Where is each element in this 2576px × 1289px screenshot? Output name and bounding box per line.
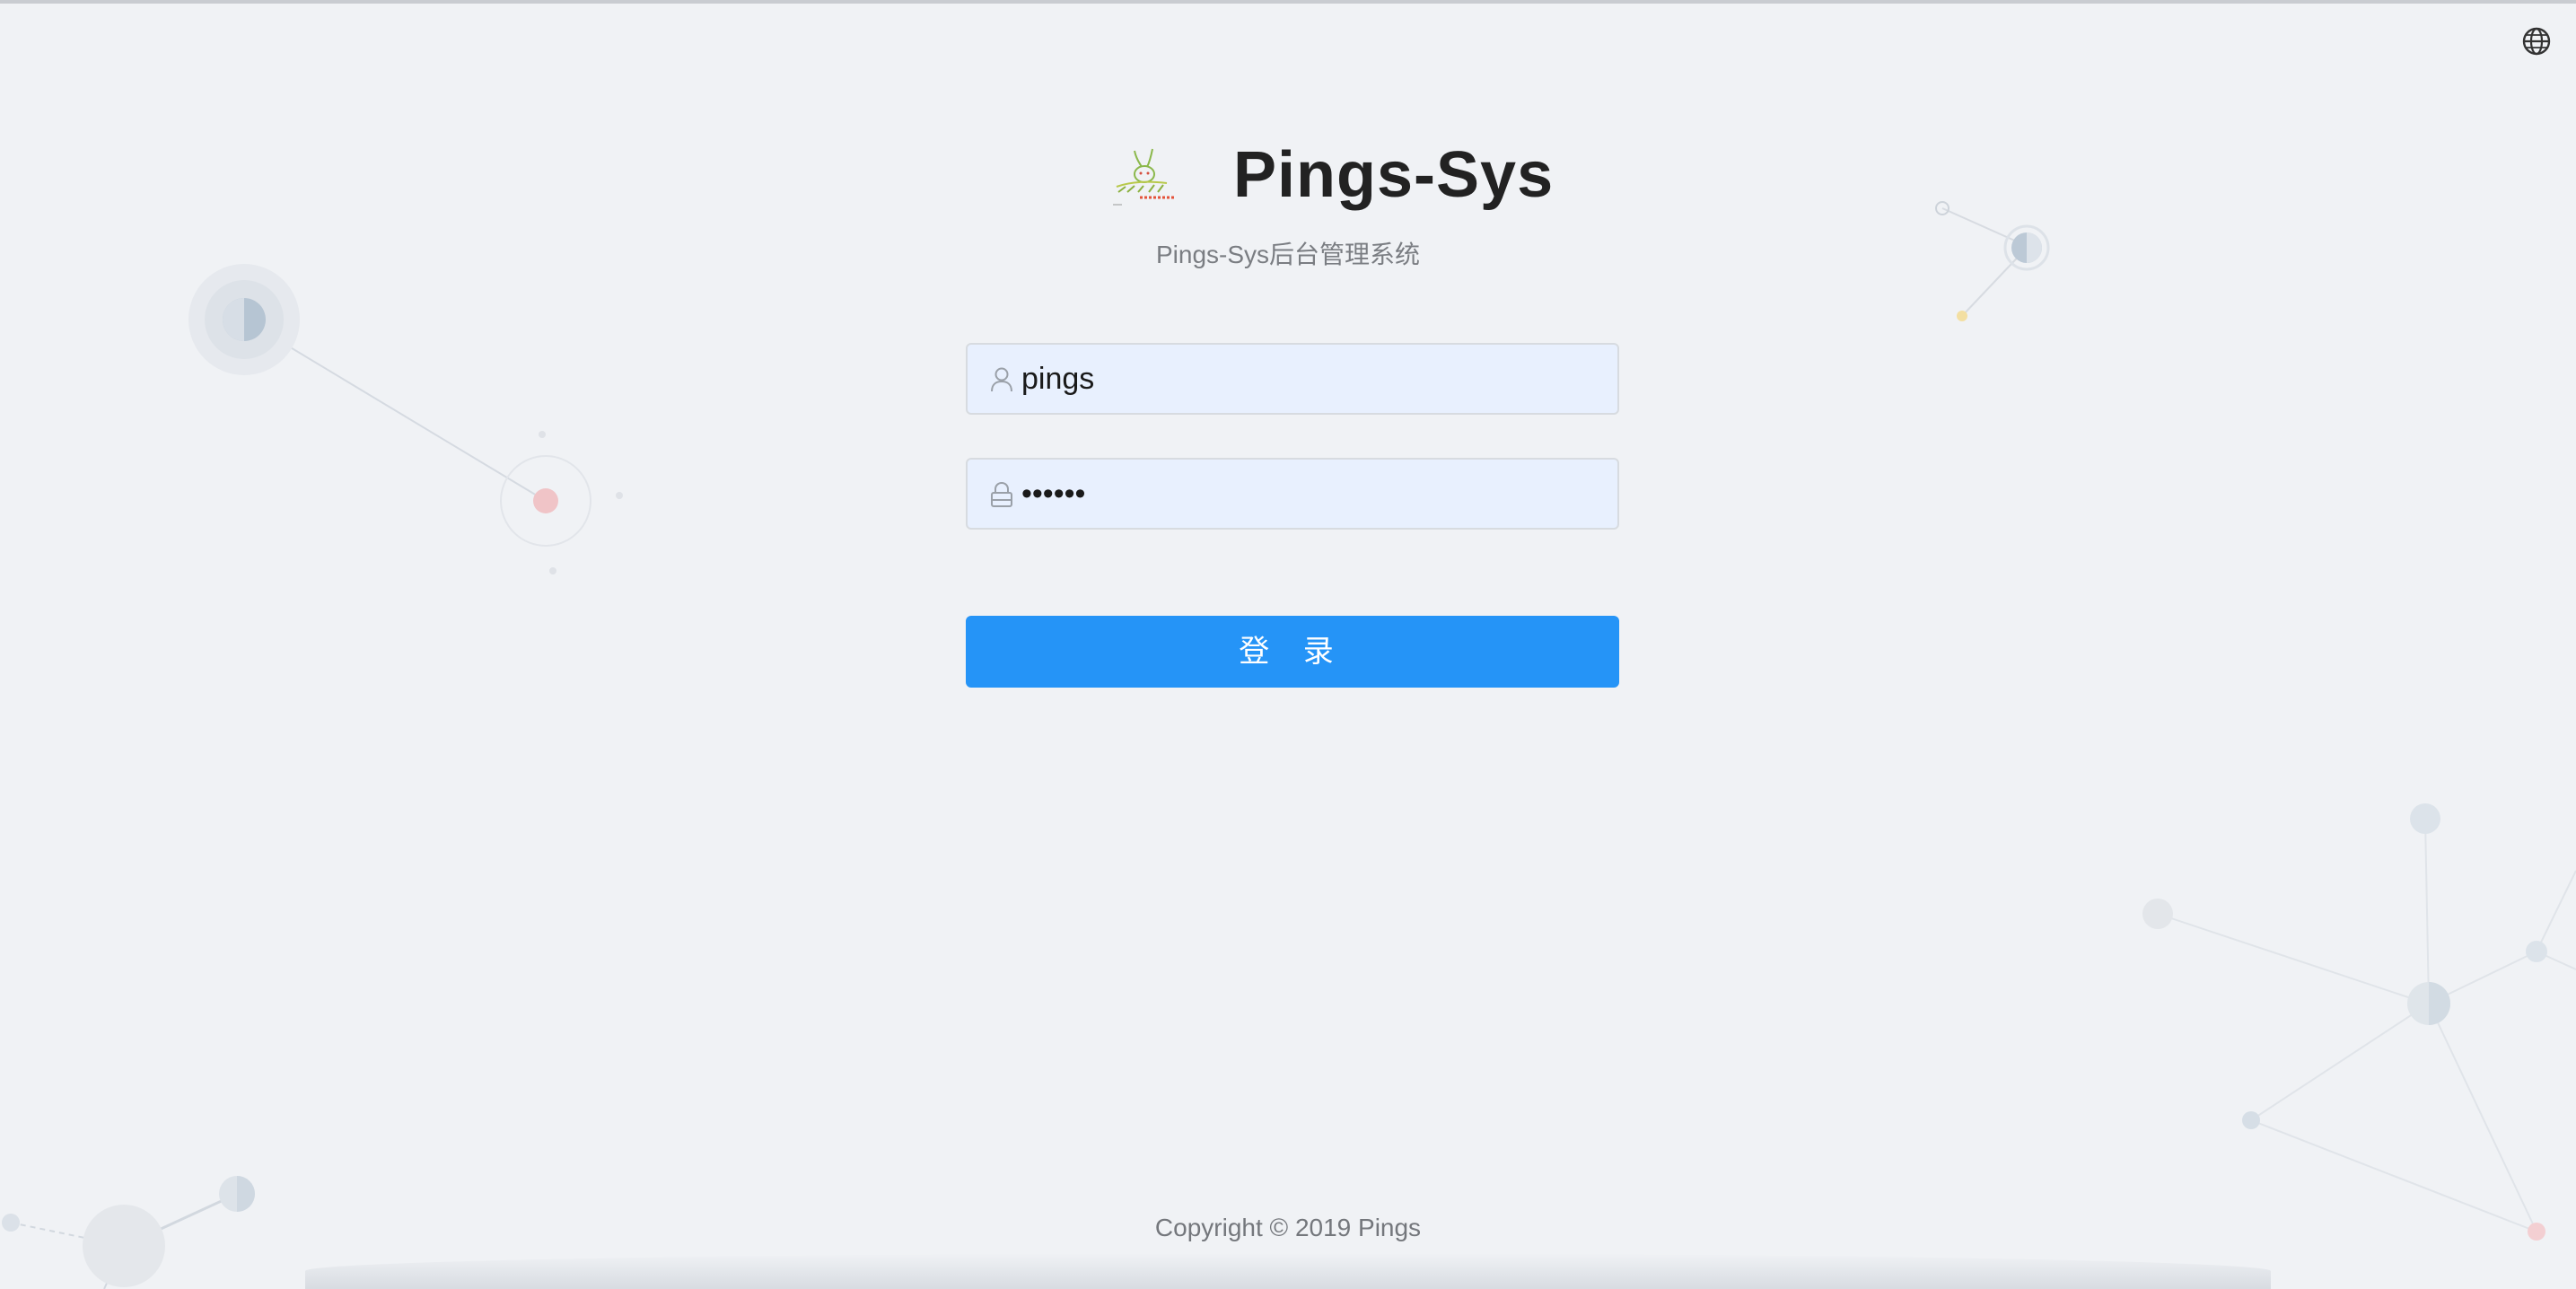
password-value[interactable]: ••••••	[1021, 460, 1085, 528]
login-header: Pings-Sys	[0, 135, 2576, 215]
page-subtitle: Pings-Sys后台管理系统	[1155, 241, 1421, 268]
password-field[interactable]: ••••••	[966, 458, 1619, 530]
page-title: Pings-Sys	[1233, 139, 1555, 211]
globe-icon[interactable]	[2520, 25, 2553, 57]
user-icon	[989, 366, 1014, 393]
lock-icon	[989, 481, 1014, 508]
rabbit-logo-icon	[1109, 142, 1181, 210]
copyright-text: Copyright © 2019 Pings	[1154, 1214, 1422, 1241]
footer-shadow	[305, 1253, 2271, 1289]
username-value[interactable]: pings	[1021, 345, 1094, 413]
username-field[interactable]: pings	[966, 343, 1619, 415]
login-button[interactable]: 登 录	[966, 616, 1619, 688]
